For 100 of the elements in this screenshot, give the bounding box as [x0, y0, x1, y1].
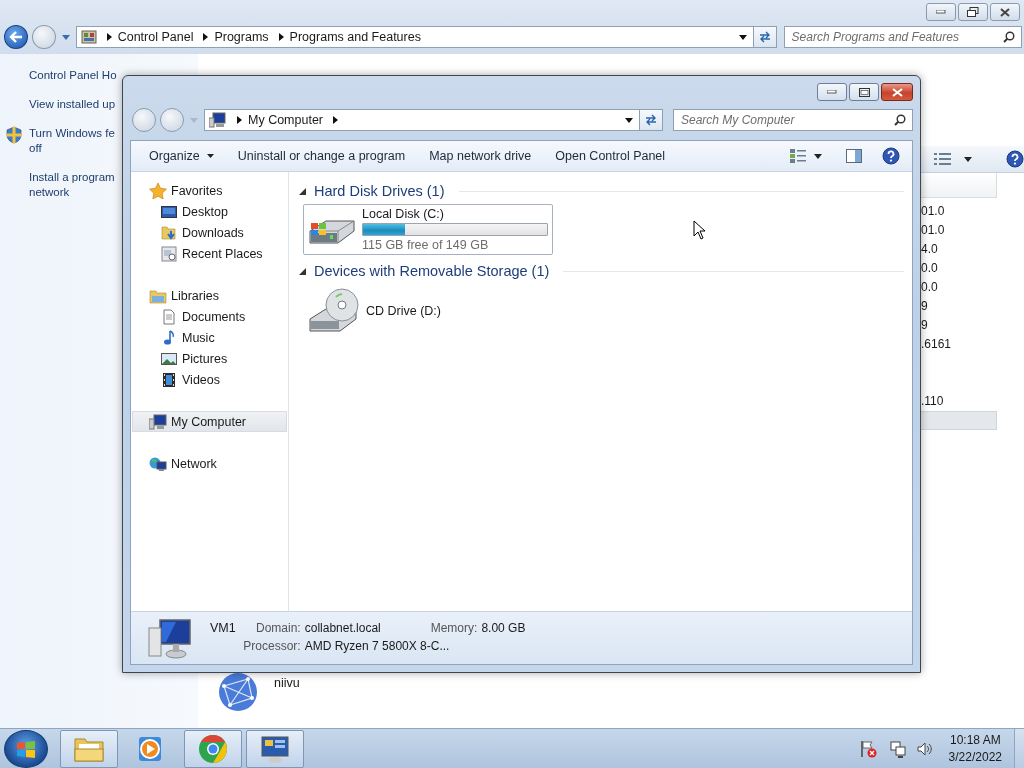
field-value: 8.00 GB [481, 621, 526, 635]
clock[interactable]: 10:18 AM 3/22/2022 [948, 731, 1002, 766]
nav-item[interactable]: Libraries [132, 285, 287, 306]
documents-icon [161, 308, 177, 325]
breadcrumb-item[interactable]: Programs and Features [289, 30, 421, 44]
version-cell[interactable]: .6161 [921, 335, 952, 354]
view-icon[interactable] [790, 149, 806, 163]
toolbar-button[interactable]: Uninstall or change a program [225, 144, 418, 168]
music-icon [161, 329, 177, 346]
preview-pane-icon[interactable] [846, 149, 862, 163]
restore-button[interactable] [958, 3, 988, 21]
computer-icon [149, 413, 167, 430]
chevron-icon[interactable] [237, 116, 242, 124]
taskbar-button[interactable] [246, 729, 304, 768]
dropdown-caret-icon[interactable] [625, 117, 633, 123]
close-button[interactable] [881, 83, 913, 101]
chevron-icon[interactable] [203, 33, 209, 41]
program-name: niivu [274, 676, 300, 690]
chevron-icon[interactable] [106, 33, 112, 41]
field-label: Domain: [255, 621, 301, 635]
close-icon [891, 87, 903, 97]
version-cell[interactable]: 9 [921, 297, 928, 316]
nav-item[interactable]: Network [132, 453, 287, 474]
cd-drive-icon [308, 287, 360, 335]
browser-icon [197, 732, 229, 765]
pictures-icon [161, 350, 177, 367]
restore-icon [967, 7, 979, 17]
refresh-button[interactable] [639, 109, 663, 131]
search-field[interactable]: Search My Computer [673, 109, 913, 131]
close-button[interactable] [990, 3, 1020, 21]
drive-tile[interactable]: Local Disk (C:) 115 GB free of 149 GB [303, 204, 553, 255]
control-panel-icon [80, 29, 97, 45]
minimize-button[interactable] [817, 83, 847, 101]
nav-item[interactable]: Pictures [132, 348, 287, 369]
search-field[interactable]: Search Programs and Features [783, 26, 1022, 48]
start-icon [16, 738, 36, 759]
computer-name: VM1 [210, 621, 236, 635]
breadcrumb-item[interactable]: My Computer [248, 113, 324, 127]
breadcrumb-item[interactable]: Control Panel [117, 30, 194, 44]
task-link[interactable]: Turn Windows fe off [29, 126, 115, 156]
version-cell[interactable]: 0.0 [921, 259, 938, 278]
nav-item[interactable]: Recent Places [132, 243, 287, 264]
address-bar[interactable]: My Computer [204, 109, 640, 131]
nav-item[interactable]: My Computer [132, 411, 287, 432]
close-icon [1000, 7, 1010, 17]
nav-item[interactable]: Desktop [132, 201, 287, 222]
monitor-icon [148, 618, 194, 660]
minimize-icon [936, 10, 946, 14]
view-icon[interactable] [934, 152, 952, 166]
taskbar-button[interactable] [184, 729, 242, 768]
breadcrumb-item[interactable]: Programs [214, 30, 269, 44]
toolbar-button[interactable]: Map network drive [417, 144, 544, 168]
globe-icon [218, 672, 258, 712]
chevron-icon[interactable] [278, 33, 284, 41]
field-label: Processor: [242, 639, 301, 653]
toolbar-button[interactable]: Open Control Panel [543, 144, 678, 168]
taskbar-button[interactable] [60, 729, 118, 768]
network-icon[interactable] [888, 739, 907, 758]
drive-item[interactable]: CD Drive (D:) [303, 284, 553, 338]
computer-icon [209, 112, 227, 128]
caret-icon[interactable] [814, 153, 822, 159]
caret-icon[interactable] [964, 156, 972, 162]
nav-item[interactable]: Favorites [132, 180, 287, 201]
collapse-icon[interactable] [299, 187, 306, 195]
libraries-icon [149, 287, 167, 304]
help-icon[interactable] [1006, 150, 1024, 168]
field-value: collabnet.local [304, 621, 381, 635]
dropdown-caret-icon[interactable] [738, 34, 747, 40]
start-button[interactable] [4, 729, 48, 768]
address-bar[interactable]: Control Panel Programs Programs and Features [75, 26, 754, 48]
nav-item[interactable]: Documents [132, 306, 287, 327]
chevron-icon[interactable] [333, 116, 339, 124]
desktop-icon [161, 203, 177, 220]
task-link[interactable]: View installed up [29, 97, 116, 112]
version-cell[interactable]: 01.0 [921, 221, 945, 240]
group-header[interactable]: Hard Disk Drives (1) [314, 183, 445, 199]
speaker-icon[interactable] [916, 740, 933, 757]
version-cell[interactable]: .110 [921, 392, 944, 411]
version-cell[interactable]: 9 [921, 316, 928, 335]
toolbar-button[interactable]: Organize [137, 144, 226, 168]
version-cell[interactable]: 0.0 [921, 278, 938, 297]
nav-item[interactable]: Music [132, 327, 287, 348]
back-button[interactable] [4, 25, 28, 49]
collapse-icon[interactable] [299, 267, 306, 275]
flag-icon[interactable] [858, 739, 877, 758]
downloads-icon [161, 224, 177, 241]
search-icon[interactable] [894, 114, 906, 126]
refresh-button[interactable] [752, 26, 777, 48]
nav-item[interactable]: Downloads [132, 222, 287, 243]
task-link[interactable]: Control Panel Ho [29, 68, 117, 83]
task-link[interactable]: Install a program network [29, 170, 115, 200]
refresh-icon [644, 114, 658, 126]
version-cell[interactable]: 01.0 [921, 202, 945, 221]
maximize-button[interactable] [849, 83, 879, 101]
nav-item[interactable]: Videos [132, 369, 287, 390]
search-icon[interactable] [1003, 31, 1015, 43]
version-cell[interactable]: 4.0 [921, 240, 938, 259]
group-header[interactable]: Devices with Removable Storage (1) [314, 263, 550, 279]
help-icon[interactable] [882, 147, 900, 165]
history-caret-icon[interactable] [61, 34, 70, 40]
